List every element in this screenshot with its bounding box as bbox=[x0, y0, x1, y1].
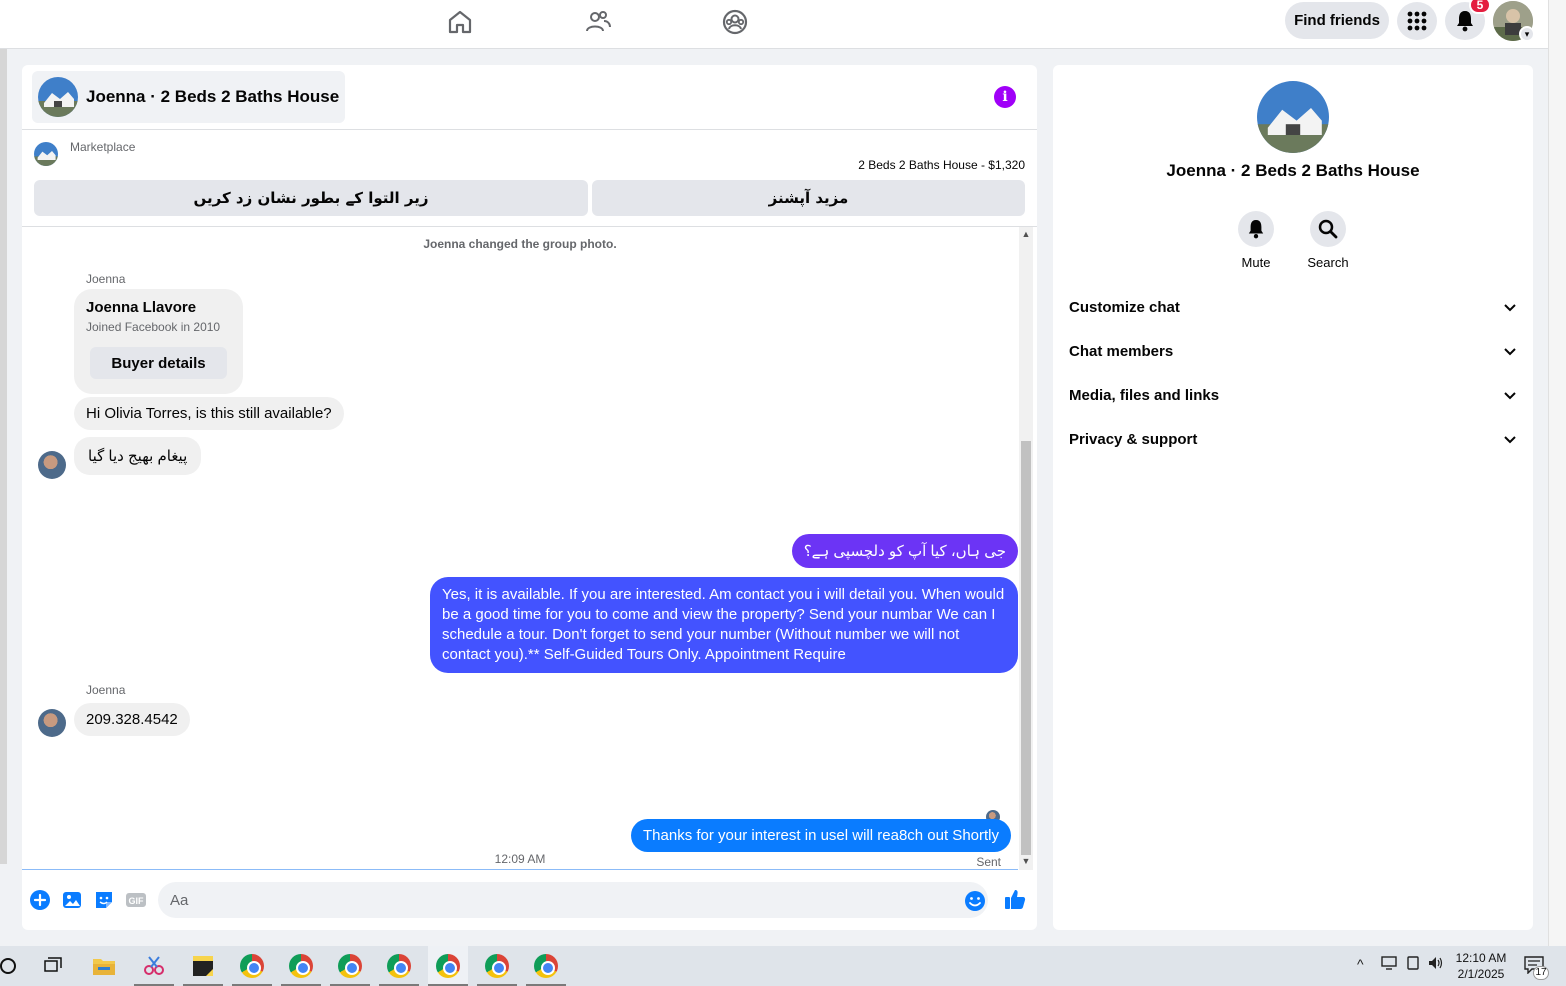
timestamp: 12:09 AM bbox=[494, 852, 546, 866]
network-icon[interactable] bbox=[1381, 956, 1397, 973]
chevron-down-icon bbox=[1504, 392, 1516, 400]
snipping-tool-icon[interactable] bbox=[134, 946, 174, 986]
message-scrollbar[interactable]: ▲ ▼ bbox=[1019, 227, 1033, 870]
message-input[interactable] bbox=[158, 882, 988, 918]
chrome-icon[interactable] bbox=[281, 946, 321, 986]
emoji-icon[interactable] bbox=[964, 890, 986, 912]
scroll-down-arrow[interactable]: ▼ bbox=[1019, 856, 1033, 868]
svg-text:GIF: GIF bbox=[129, 896, 145, 906]
sticky-notes-icon[interactable] bbox=[183, 946, 223, 986]
groups-icon[interactable] bbox=[721, 8, 749, 36]
chat-avatar bbox=[38, 77, 78, 117]
listing-price[interactable]: 2 Beds 2 Baths House - $1,320 bbox=[858, 158, 1025, 172]
outgoing-message[interactable]: Thanks for your interest in usel will re… bbox=[631, 819, 1011, 852]
system-message: Joenna changed the group photo. bbox=[423, 237, 617, 251]
home-icon[interactable] bbox=[446, 8, 474, 36]
chrome-icon[interactable] bbox=[330, 946, 370, 986]
sender-avatar[interactable] bbox=[38, 451, 66, 479]
thumbs-up-icon[interactable] bbox=[1004, 888, 1026, 910]
chat-details-panel: Joenna · 2 Beds 2 Baths House Mute Searc… bbox=[1053, 65, 1533, 930]
chat-panel: Joenna · 2 Beds 2 Baths House i Marketpl… bbox=[22, 65, 1037, 930]
chevron-down-icon[interactable]: ▾ bbox=[1519, 26, 1535, 42]
sender-avatar[interactable] bbox=[38, 709, 66, 737]
chrome-icon[interactable] bbox=[477, 946, 517, 986]
search-label: Search bbox=[1307, 255, 1349, 270]
mute-label: Mute bbox=[1241, 255, 1271, 270]
sent-status: Sent bbox=[976, 855, 1001, 869]
buyer-joined: Joined Facebook in 2010 bbox=[86, 320, 221, 334]
find-friends-button[interactable]: Find friends bbox=[1285, 2, 1389, 39]
photo-icon[interactable] bbox=[61, 889, 83, 911]
top-navigation-bar: Find friends 5 ▾ bbox=[0, 0, 1548, 49]
chat-members-row[interactable]: Chat members bbox=[1061, 329, 1525, 373]
customize-chat-row[interactable]: Customize chat bbox=[1061, 285, 1525, 329]
chevron-down-icon bbox=[1504, 348, 1516, 356]
sender-name: Joenna bbox=[86, 683, 126, 697]
chat-header[interactable]: Joenna · 2 Beds 2 Baths House bbox=[32, 71, 346, 123]
windows-taskbar: ^ 12:10 AM 2/1/2025 17 bbox=[0, 946, 1566, 986]
chrome-icon[interactable] bbox=[232, 946, 272, 986]
chevron-down-icon bbox=[1504, 304, 1516, 312]
left-window-edge bbox=[0, 49, 7, 864]
plus-icon[interactable] bbox=[29, 889, 51, 911]
incoming-message[interactable]: پیغام بھیج دیا گیا bbox=[74, 437, 202, 475]
friends-icon[interactable] bbox=[584, 8, 612, 36]
privacy-support-row[interactable]: Privacy & support bbox=[1061, 417, 1525, 461]
chrome-icon[interactable] bbox=[428, 946, 468, 986]
marketplace-label: Marketplace bbox=[70, 140, 136, 154]
incoming-message[interactable]: Hi Olivia Torres, is this still availabl… bbox=[74, 397, 344, 430]
row-label: Customize chat bbox=[1069, 298, 1180, 316]
details-title: Joenna · 2 Beds 2 Baths House bbox=[1166, 161, 1420, 180]
info-icon[interactable]: i bbox=[994, 86, 1016, 108]
bell-icon bbox=[1457, 11, 1473, 32]
buyer-name: Joenna Llavore bbox=[86, 299, 197, 316]
chrome-icon[interactable] bbox=[526, 946, 566, 986]
chevron-up-icon[interactable]: ^ bbox=[1357, 956, 1364, 972]
row-label: Media, files and links bbox=[1069, 386, 1220, 404]
mark-pending-button[interactable]: زیر التوا کے بطور نشان زد کریں bbox=[34, 180, 588, 216]
action-center-badge: 17 bbox=[1533, 966, 1549, 980]
message-list: Joenna changed the group photo. Joenna J… bbox=[22, 227, 1018, 869]
scroll-thumb[interactable] bbox=[1021, 441, 1031, 855]
media-files-links-row[interactable]: Media, files and links bbox=[1061, 373, 1525, 417]
search-icon bbox=[1318, 219, 1338, 239]
page-scrollbar[interactable] bbox=[1548, 0, 1566, 946]
incoming-message[interactable]: 209.328.4542 bbox=[74, 703, 190, 736]
search-action[interactable]: Search bbox=[1296, 211, 1360, 270]
search-taskbar-icon[interactable] bbox=[0, 946, 28, 986]
more-options-button[interactable]: مزید آپشنز bbox=[592, 180, 1025, 216]
chevron-down-icon bbox=[1504, 436, 1516, 444]
buyer-details-button[interactable]: Buyer details bbox=[90, 347, 227, 379]
scroll-up-arrow[interactable]: ▲ bbox=[1019, 229, 1033, 241]
clock-time: 12:10 AM bbox=[1455, 951, 1507, 965]
buyer-card: Joenna Llavore Joined Facebook in 2010 B… bbox=[74, 289, 243, 394]
apps-grid-button[interactable] bbox=[1397, 2, 1437, 40]
gif-icon[interactable]: GIF bbox=[125, 889, 147, 911]
sender-name: Joenna bbox=[86, 272, 126, 286]
notification-badge: 5 bbox=[1469, 0, 1491, 14]
mute-action[interactable]: Mute bbox=[1224, 211, 1288, 270]
row-label: Privacy & support bbox=[1069, 430, 1198, 448]
system-clock[interactable]: 12:10 AM 2/1/2025 bbox=[1446, 950, 1516, 982]
sticker-icon[interactable] bbox=[93, 889, 115, 911]
volume-icon[interactable] bbox=[1428, 956, 1444, 973]
divider bbox=[22, 869, 1018, 870]
clock-date: 2/1/2025 bbox=[1457, 967, 1505, 981]
apps-grid-icon bbox=[1407, 11, 1427, 31]
device-icon[interactable] bbox=[1406, 956, 1420, 973]
chrome-icon[interactable] bbox=[379, 946, 419, 986]
bell-icon bbox=[1248, 220, 1264, 239]
row-label: Chat members bbox=[1069, 342, 1174, 360]
chat-title: Joenna · 2 Beds 2 Baths House bbox=[86, 87, 340, 106]
details-avatar[interactable] bbox=[1257, 81, 1329, 153]
marketplace-avatar bbox=[34, 142, 58, 166]
outgoing-message[interactable]: Yes, it is available. If you are interes… bbox=[430, 577, 1018, 673]
outgoing-message[interactable]: جی ہاں، کیا آپ کو دلچسپی ہے؟ bbox=[791, 534, 1018, 568]
task-view-icon[interactable] bbox=[34, 946, 74, 986]
file-explorer-icon[interactable] bbox=[84, 946, 124, 986]
divider bbox=[22, 129, 1037, 130]
